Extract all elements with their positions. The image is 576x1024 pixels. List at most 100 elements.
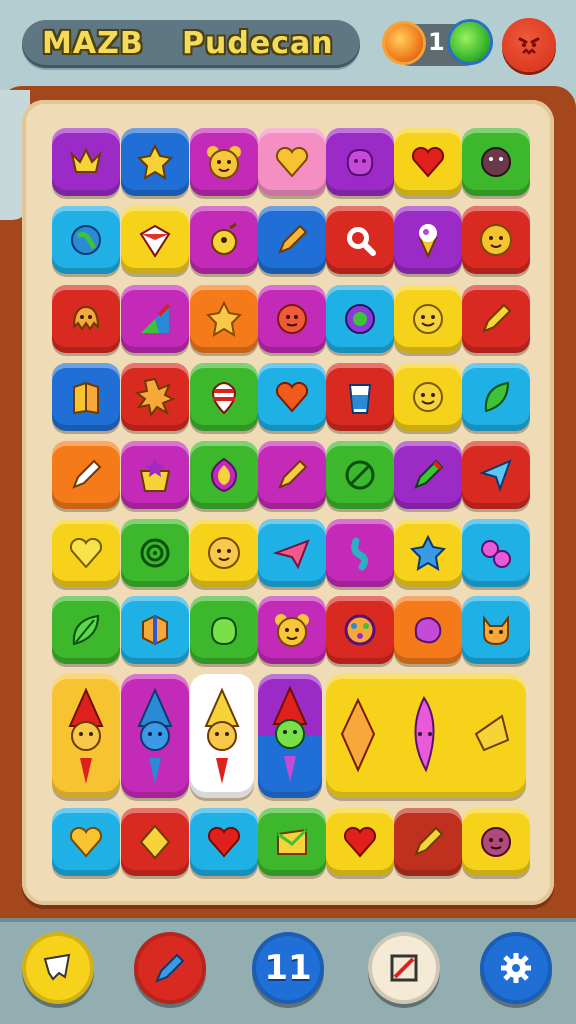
star-icon bbox=[136, 143, 174, 180]
tile-gem[interactable] bbox=[121, 206, 189, 274]
tile-cup[interactable] bbox=[326, 363, 394, 431]
tile-red-heart-2[interactable] bbox=[190, 808, 258, 876]
tile-plane[interactable] bbox=[258, 519, 326, 587]
swirl-icon bbox=[140, 538, 170, 568]
tile-crown[interactable] bbox=[52, 128, 120, 196]
tile-wheel[interactable] bbox=[326, 596, 394, 664]
book-icon bbox=[73, 381, 99, 415]
settings-button[interactable] bbox=[480, 932, 552, 1004]
envelope-icon bbox=[277, 828, 308, 855]
tile-crayon[interactable] bbox=[52, 441, 120, 509]
tile-smile-2[interactable] bbox=[394, 363, 462, 431]
angry-face-icon bbox=[518, 37, 540, 55]
tile-ghost[interactable] bbox=[462, 128, 530, 196]
tile-orb[interactable] bbox=[326, 285, 394, 353]
tile-wide-bonus[interactable] bbox=[326, 674, 526, 798]
tile-bubbles[interactable] bbox=[462, 519, 530, 587]
tile-spiral[interactable] bbox=[258, 285, 326, 353]
tile-lion-2[interactable] bbox=[190, 519, 258, 587]
bonus-characters-icon bbox=[340, 696, 510, 773]
heart-icon bbox=[275, 146, 309, 178]
map-button[interactable] bbox=[22, 932, 94, 1004]
tile-swirl[interactable] bbox=[121, 519, 189, 587]
diamond-icon bbox=[139, 824, 171, 860]
face-icon bbox=[481, 827, 511, 857]
tile-pencil-2[interactable] bbox=[462, 285, 530, 353]
lion-face-icon bbox=[208, 537, 240, 569]
tile-bag[interactable] bbox=[121, 441, 189, 509]
tile-pencil[interactable] bbox=[258, 206, 326, 274]
tile-pencil-3[interactable] bbox=[258, 441, 326, 509]
tile-bear[interactable] bbox=[190, 128, 258, 196]
map-icon bbox=[43, 953, 71, 981]
tile-green-blob[interactable] bbox=[190, 596, 258, 664]
tile-leaf[interactable] bbox=[462, 363, 530, 431]
tile-gnome-green[interactable] bbox=[258, 674, 322, 798]
heart-icon bbox=[69, 826, 103, 858]
tile-gnome-blue[interactable] bbox=[121, 674, 189, 798]
tile-search[interactable] bbox=[326, 206, 394, 274]
blob-icon bbox=[346, 148, 374, 177]
tile-purple-blob[interactable] bbox=[394, 596, 462, 664]
tile-fox[interactable] bbox=[462, 596, 530, 664]
tile-star[interactable] bbox=[121, 128, 189, 196]
tile-arrow[interactable] bbox=[462, 441, 530, 509]
tile-icecream[interactable] bbox=[394, 206, 462, 274]
star-icon bbox=[205, 300, 243, 337]
shield-icon bbox=[210, 457, 238, 493]
tile-no-sign[interactable] bbox=[326, 441, 394, 509]
tile-leaf-2[interactable] bbox=[52, 596, 120, 664]
globe-icon bbox=[71, 225, 101, 255]
tile-blob[interactable] bbox=[326, 128, 394, 196]
tile-blue-star[interactable] bbox=[394, 519, 462, 587]
tile-heart-yellow[interactable] bbox=[52, 519, 120, 587]
tile-pencil-4[interactable] bbox=[394, 441, 462, 509]
gnome-icon bbox=[272, 685, 308, 782]
tile-worm[interactable] bbox=[326, 519, 394, 587]
tile-book[interactable] bbox=[52, 363, 120, 431]
sun-icon bbox=[134, 377, 176, 418]
spiral-face-icon bbox=[277, 304, 307, 334]
pause-button[interactable]: 11 bbox=[252, 932, 324, 1004]
blob-icon bbox=[210, 616, 238, 646]
tile-mauve-face[interactable] bbox=[462, 808, 530, 876]
tile-heart[interactable] bbox=[258, 128, 326, 196]
octopus-icon bbox=[72, 305, 100, 331]
tile-lion[interactable] bbox=[462, 206, 530, 274]
bird-icon bbox=[211, 222, 237, 255]
wheel-icon bbox=[344, 614, 376, 646]
tile-heart-blue[interactable] bbox=[52, 808, 120, 876]
tile-octopus[interactable] bbox=[52, 285, 120, 353]
coin-icon bbox=[385, 24, 423, 62]
tile-star-outline[interactable] bbox=[190, 285, 258, 353]
lion-face-icon bbox=[480, 224, 512, 256]
menu-button[interactable] bbox=[502, 18, 556, 72]
leaf-icon bbox=[72, 614, 100, 646]
tile-sun[interactable] bbox=[121, 363, 189, 431]
tile-flame-heart[interactable] bbox=[258, 363, 326, 431]
gem-icon[interactable] bbox=[450, 22, 490, 62]
cursor-arrow-icon bbox=[479, 459, 512, 493]
tile-globe[interactable] bbox=[52, 206, 120, 274]
tile-triangle[interactable] bbox=[121, 285, 189, 353]
brush-button[interactable] bbox=[134, 932, 206, 1004]
tile-red-heart-3[interactable] bbox=[326, 808, 394, 876]
tile-bird[interactable] bbox=[190, 206, 258, 274]
tile-box[interactable] bbox=[121, 596, 189, 664]
tile-balloon[interactable] bbox=[190, 363, 258, 431]
tile-envelope[interactable] bbox=[258, 808, 326, 876]
bear-face-icon bbox=[275, 614, 309, 647]
tile-gnome-red[interactable] bbox=[52, 674, 120, 798]
tile-gnome-yellow[interactable] bbox=[190, 674, 254, 798]
tile-red-heart[interactable] bbox=[394, 128, 462, 196]
coin-counter: 1 bbox=[428, 28, 445, 56]
tile-diamond[interactable] bbox=[121, 808, 189, 876]
fox-face-icon bbox=[483, 615, 509, 646]
heart-icon bbox=[343, 826, 377, 858]
tile-shield[interactable] bbox=[190, 441, 258, 509]
tile-pencil-5[interactable] bbox=[394, 808, 462, 876]
tile-smile[interactable] bbox=[394, 285, 462, 353]
pause-label: 11 bbox=[264, 948, 312, 988]
edit-button[interactable] bbox=[368, 932, 440, 1004]
tile-bear-2[interactable] bbox=[258, 596, 326, 664]
